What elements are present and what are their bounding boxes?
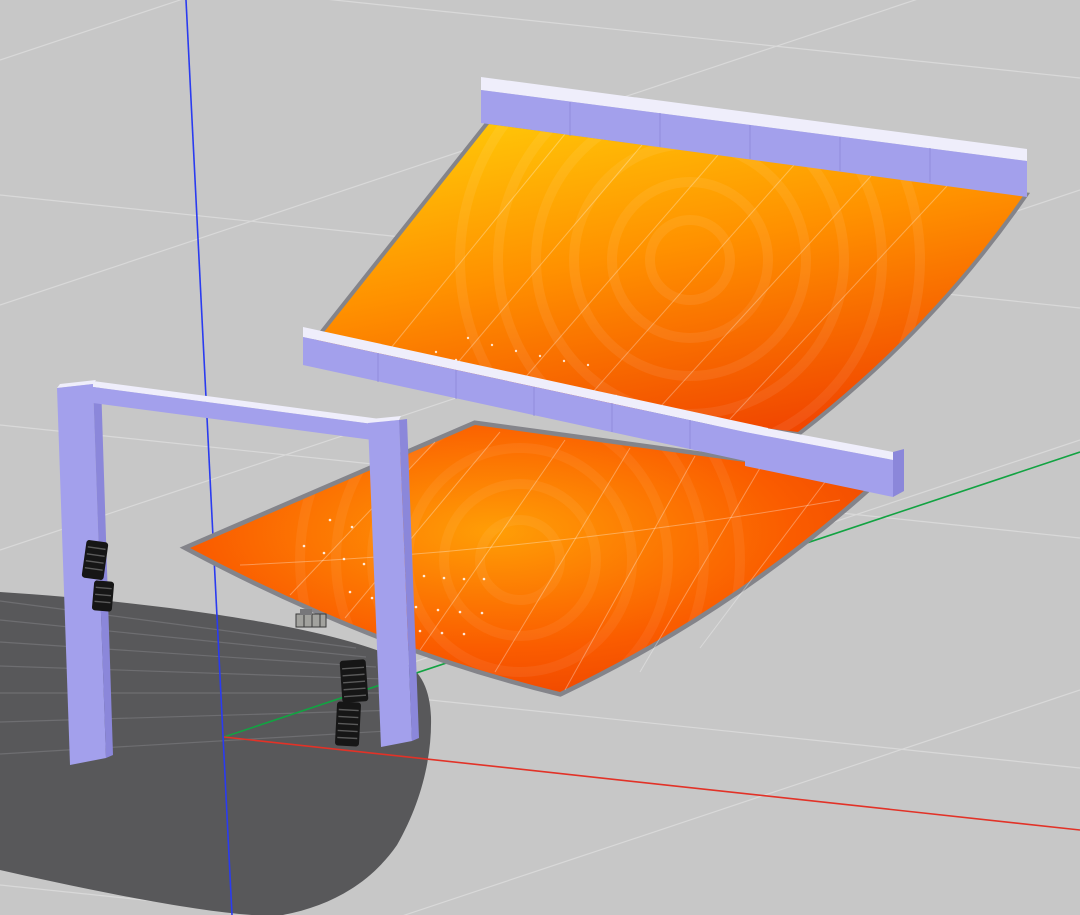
speaker-right-lower[interactable] — [335, 701, 361, 746]
speaker-left-lower[interactable] — [92, 580, 115, 612]
right-frame-endcap — [893, 449, 904, 497]
viewport-canvas[interactable] — [0, 0, 1080, 915]
speaker-right-upper[interactable] — [340, 659, 369, 703]
